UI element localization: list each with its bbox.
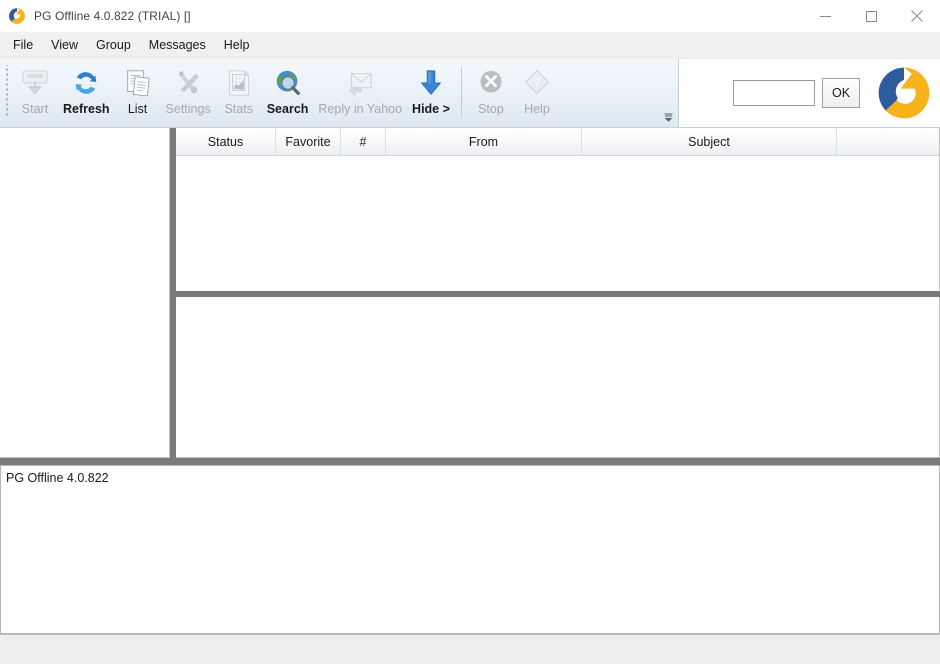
column-header-favorite[interactable]: Favorite [276,128,341,155]
stats-chart-icon [221,66,257,100]
maximize-icon [865,10,877,22]
window-controls [802,0,940,32]
toolbar-button-reply-in-yahoo-label: Reply in Yahoo [318,102,403,116]
toolbar-grip-icon[interactable] [3,65,12,117]
column-header-extra[interactable] [837,128,939,155]
upper-row: Status Favorite # From Subject [0,128,940,458]
right-stack: Status Favorite # From Subject [176,128,940,458]
menu-bar: File View Group Messages Help [0,32,940,59]
column-header-from[interactable]: From [386,128,582,155]
toolbar-button-list-label: List [127,102,148,116]
toolbar: Start Refresh List Settings Stats Search… [0,59,940,128]
toolbar-button-search-label: Search [266,102,309,116]
status-bar [0,634,940,664]
help-diamond-icon: ? [519,66,555,100]
maximize-button[interactable] [848,0,894,32]
toolbar-button-help-label: Help [524,102,550,116]
menu-item-view[interactable]: View [42,34,87,56]
close-button[interactable] [894,0,940,32]
settings-tools-icon [170,66,206,100]
toolbar-button-list[interactable]: List [115,62,161,117]
toolbar-button-help[interactable]: ? Help [514,62,560,117]
menu-item-group[interactable]: Group [87,34,140,56]
toolbar-button-stop[interactable]: Stop [468,62,514,117]
column-header-status[interactable]: Status [176,128,276,155]
menu-item-file[interactable]: File [4,34,42,56]
reply-envelope-icon [342,66,378,100]
toolbar-button-refresh-label: Refresh [63,102,110,116]
pg-offline-logo-icon [9,8,25,24]
toolbar-button-start-label: Start [21,102,49,116]
menu-item-messages[interactable]: Messages [140,34,215,56]
work-area: Status Favorite # From Subject PG Offlin… [0,128,940,664]
toolbar-button-settings-label: Settings [165,102,211,116]
toolbar-button-settings[interactable]: Settings [161,62,216,117]
column-header-subject[interactable]: Subject [582,128,837,155]
toolbar-button-hide-label: Hide > [412,102,450,116]
refresh-icon [68,66,104,100]
minimize-button[interactable] [802,0,848,32]
message-list-body[interactable] [176,156,939,291]
close-icon [911,10,923,22]
svg-text:?: ? [533,75,541,90]
stop-circle-icon [473,66,509,100]
toolbar-button-reply-in-yahoo[interactable]: Reply in Yahoo [313,62,407,117]
pg-offline-brand-logo-icon [878,67,930,119]
message-list-header: Status Favorite # From Subject [176,128,939,156]
horizontal-splitter-lower[interactable] [0,458,940,465]
minimize-icon [819,15,831,17]
search-globe-icon [270,66,306,100]
toolbar-button-hide[interactable]: Hide > [407,62,455,117]
toolbar-separator [460,67,462,117]
toolbar-overflow-chevron-icon[interactable] [661,109,675,123]
message-list-pane: Status Favorite # From Subject [176,128,940,291]
toolbar-button-refresh[interactable]: Refresh [58,62,115,117]
column-header-number[interactable]: # [341,128,386,155]
hide-arrow-down-icon [413,66,449,100]
title-bar: PG Offline 4.0.822 (TRIAL) [] [0,0,940,32]
toolbar-button-search[interactable]: Search [262,62,314,117]
pg-offline-window: PG Offline 4.0.822 (TRIAL) [] File View [0,0,940,664]
ok-button[interactable]: OK [822,78,860,108]
toolbar-buttons-panel: Start Refresh List Settings Stats Search… [0,59,679,127]
toolbar-button-start[interactable]: Start [12,62,58,117]
toolbar-button-stats-label: Stats [224,102,253,116]
start-download-icon [17,66,53,100]
toolbar-button-stats[interactable]: Stats [216,62,262,117]
menu-item-help[interactable]: Help [215,34,259,56]
search-input[interactable] [733,80,815,106]
toolbar-right-area: OK [679,59,940,127]
message-preview-pane[interactable] [176,297,940,458]
log-pane[interactable]: PG Offline 4.0.822 [0,465,940,634]
toolbar-button-stop-label: Stop [478,102,504,116]
window-title: PG Offline 4.0.822 (TRIAL) [] [34,9,191,23]
log-line: PG Offline 4.0.822 [6,471,109,485]
list-pages-icon [120,66,156,100]
group-tree-pane[interactable] [0,128,170,458]
